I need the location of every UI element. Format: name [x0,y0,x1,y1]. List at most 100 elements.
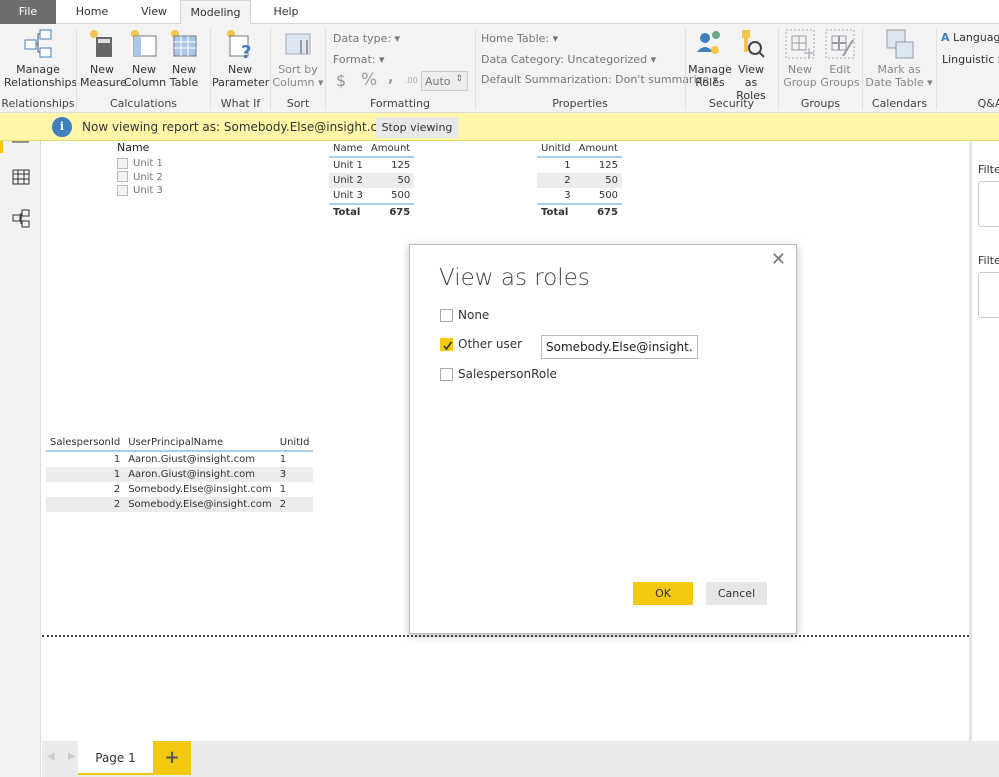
filter-well[interactable] [978,181,999,227]
slicer-item[interactable]: Unit 1 [117,157,163,171]
filters-pane: Filte Filte [969,141,999,741]
role-option-other-user[interactable]: Other user [440,337,522,351]
prev-page-icon[interactable]: ◀ [47,751,55,762]
model-view-icon[interactable] [12,209,30,229]
checkbox[interactable] [117,171,128,182]
data-type-dropdown[interactable]: Data type: ▾ [333,32,400,45]
linguistic-schema-button[interactable]: Linguistic Sc [942,53,999,66]
total-cell: 675 [366,203,415,220]
table-cell: 2 [113,484,121,495]
column-header[interactable]: UnitId [275,435,314,452]
filter-well[interactable] [978,272,999,318]
total-cell: 675 [574,203,622,220]
stop-viewing-button[interactable]: Stop viewing [376,117,458,138]
tab-file[interactable]: File [0,0,56,24]
table-cell: 50 [574,173,622,188]
data-view-icon[interactable] [12,169,30,185]
table-cell: 3 [275,467,314,482]
slicer-item[interactable]: Unit 3 [117,184,163,198]
table-cell: 1 [46,467,125,482]
role-option-salesperson-role[interactable]: SalespersonRole [440,367,557,381]
default-summarization-dropdown[interactable]: Default Summarization: Don't summarize ▾ [481,73,718,86]
column-header[interactable]: UserPrincipalName [124,435,276,452]
header-row: UnitId Amount [537,141,622,158]
tab-view[interactable]: View [130,0,178,24]
table-cell: Unit 3 [333,190,363,201]
total-row: Total 675 [329,203,415,220]
tab-help[interactable]: Help [262,0,310,24]
tab-home[interactable]: Home [66,0,118,24]
mark-as-date-table-button[interactable]: Mark as Date Table ▾ [864,28,934,89]
table-row: 1 Aaron.Giust@insight.com 1 [46,451,313,467]
column-header[interactable]: UnitId [537,141,575,158]
cancel-button[interactable]: Cancel [706,582,767,605]
checkbox[interactable] [117,157,128,169]
total-row: Total 675 [537,203,622,220]
table-cell: 1 [113,454,121,465]
group-label-formatting: Formatting [369,97,431,110]
header-row: SalespersonId UserPrincipalName UnitId [46,435,314,452]
new-column-button[interactable]: New Column [124,28,166,89]
decimal-places-stepper[interactable]: Auto ⇕ [421,71,468,91]
table-row: Unit 3 500 [329,188,414,204]
role-option-none[interactable]: None [440,308,489,322]
total-cell: Total [537,203,575,220]
banner-text: Now viewing report as: Somebody.Else@ins… [82,120,397,134]
table-cell: Somebody.Else@insight.com [128,484,272,495]
column-header[interactable]: Amount [574,141,622,158]
table-cell: 1 [564,160,571,171]
tab-modeling[interactable]: Modeling [180,0,251,25]
percent-button[interactable]: % [361,70,377,90]
page-boundary [42,635,969,637]
column-header[interactable]: SalespersonId [46,435,125,452]
other-user-input[interactable] [541,335,698,359]
column-header[interactable]: Amount [366,141,415,158]
checkbox[interactable] [440,309,453,322]
format-dropdown[interactable]: Format: ▾ [333,53,385,66]
manage-roles-button[interactable]: Manage Roles [688,28,732,89]
filter-label: Filte [978,163,999,176]
table-row: 1 Aaron.Giust@insight.com 3 [46,467,314,482]
group-label-calculations: Calculations [109,97,178,110]
next-page-icon[interactable]: ▶ [68,751,76,762]
new-table-button[interactable]: New Table [165,28,203,89]
data-category-dropdown[interactable]: Data Category: Uncategorized ▾ [481,53,656,66]
header-row: Name Amount [329,141,415,158]
page-tab[interactable]: Page 1 [78,741,153,775]
currency-button[interactable]: $ [336,71,346,90]
comma-button[interactable]: , [388,70,393,86]
table-row: Unit 1 125 [329,157,414,173]
table-row: 1 125 [537,157,622,173]
add-page-button[interactable]: + [153,741,191,775]
decimals-button[interactable]: .00 [405,76,418,85]
total-cell: Total [329,203,367,220]
new-group-icon [785,29,815,59]
group-label-sort: Sort [286,97,310,110]
checkbox-checked[interactable] [440,338,453,351]
view-as-roles-button[interactable]: View as Roles [732,28,770,102]
manage-relationships-button[interactable]: Manage Relationships [4,28,77,89]
table-cell: 1 [279,484,287,495]
date-table-icon [886,29,914,59]
table-row: 2 Somebody.Else@insight.com 2 [46,497,314,512]
home-table-dropdown[interactable]: Home Table: ▾ [481,32,558,45]
units-table: Name Amount Unit 1 125 Unit 2 50 Unit 3 500 Tota… [329,141,415,220]
slicer-title: Name [117,141,150,154]
new-group-button[interactable]: New Group [780,28,820,89]
new-measure-button[interactable]: New Measure [80,28,127,89]
column-header[interactable]: Name [329,141,367,158]
close-icon[interactable]: ✕ [771,249,786,270]
group-label-qa: Q&A [977,97,999,110]
table-cell: 500 [391,190,411,201]
group-label-security: Security [708,97,755,110]
new-parameter-button[interactable]: ? New Parameter [212,28,269,89]
slicer-item[interactable]: Unit 2 [117,171,163,185]
checkbox[interactable] [117,184,128,196]
table-cell: Unit 1 [333,160,363,171]
sort-by-column-button[interactable]: Sort by Column ▾ [272,28,324,89]
table-cell: 2 [537,173,575,188]
edit-groups-button[interactable]: Edit Groups [820,28,860,89]
checkbox[interactable] [440,368,453,381]
language-button[interactable]: A Languag [941,31,999,44]
ok-button[interactable]: OK [633,582,693,605]
